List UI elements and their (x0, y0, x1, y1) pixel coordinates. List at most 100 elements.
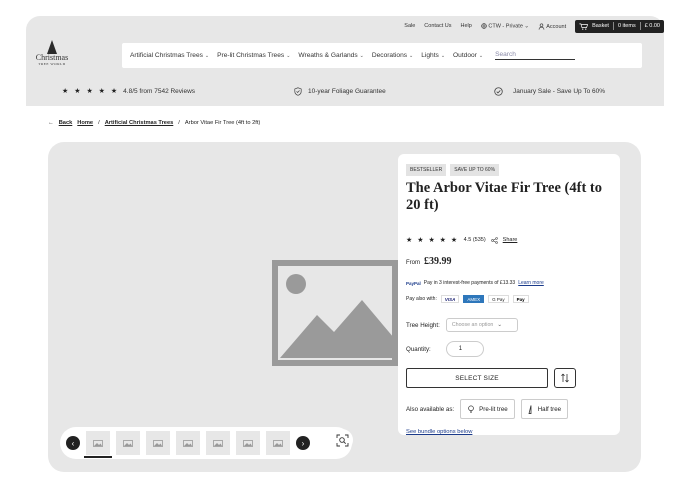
chevron-down-icon: ⌄ (359, 53, 364, 59)
quantity-input[interactable]: 1 (445, 341, 484, 357)
user-icon (538, 23, 545, 30)
apple-pay-icon: Pay (512, 295, 529, 303)
nav-label: Outdoor (453, 52, 477, 59)
back-link[interactable]: Back (59, 120, 73, 126)
account-label: Account (546, 23, 567, 30)
chevron-down-icon: ⌄ (286, 53, 291, 59)
image-icon (93, 439, 103, 447)
apple-pay-label: Pay (516, 296, 525, 302)
image-icon (123, 439, 133, 447)
prelit-tree-button[interactable]: Pre-lit tree (460, 399, 515, 419)
image-icon (243, 439, 253, 447)
breadcrumb-separator: / (178, 120, 180, 126)
image-icon (153, 439, 163, 447)
thumbnail[interactable] (206, 431, 230, 455)
star-rating-icon: ★ ★ ★ ★ ★ (406, 237, 459, 244)
star-rating-icon: ★ ★ ★ ★ ★ (62, 88, 120, 95)
image-icon (183, 439, 193, 447)
image-icon (213, 439, 223, 447)
zoom-icon (336, 434, 348, 446)
nav-label: Pre-lit Christmas Trees (217, 52, 285, 59)
contact-us-link[interactable]: Contact Us (424, 23, 451, 29)
tree-height-select[interactable]: Choose an option ⌄ (445, 318, 518, 332)
basket-divider (612, 22, 614, 30)
learn-more-link[interactable]: Learn more (518, 280, 544, 286)
paypal-logo-icon: PayPal (406, 280, 421, 286)
trust-guarantee: 10-year Foliage Guarantee (294, 87, 386, 96)
half-tree-icon (528, 404, 532, 414)
breadcrumb-category[interactable]: Artificial Christmas Trees (105, 120, 174, 126)
also-available-row: Also available as: Pre-lit tree Half tre… (406, 399, 569, 419)
bestseller-badge: BESTSELLER (406, 164, 447, 176)
nav-item-artificial-trees[interactable]: Artificial Christmas Trees ⌄ (130, 52, 209, 59)
thumbnail[interactable] (146, 431, 170, 455)
basket-label: Basket (592, 23, 609, 29)
quantity-field: Quantity: 1 (406, 341, 484, 357)
nav-label: Wreaths & Garlands (298, 52, 358, 59)
pay-also-label: Pay also with: (406, 296, 437, 302)
chevron-down-icon: ⌄ (440, 53, 446, 59)
basket-button[interactable]: Basket 0 items £ 0.00 (575, 19, 664, 33)
breadcrumb-home[interactable]: Home (77, 120, 93, 126)
share-link[interactable]: Share (503, 237, 518, 243)
thumbnail[interactable] (236, 431, 260, 455)
thumbnail-strip: ‹ › (60, 427, 352, 459)
basket-icon (579, 23, 589, 30)
shield-check-icon (294, 87, 302, 96)
breadcrumb-separator: / (98, 120, 100, 126)
reviews-text: 4.8/5 from 7542 Reviews (123, 87, 196, 95)
breadcrumb: ← Back Home / Artificial Christmas Trees… (48, 120, 260, 126)
compare-sizes-button[interactable] (554, 368, 576, 388)
thumbnail[interactable] (116, 431, 140, 455)
search-input[interactable]: Search (495, 51, 576, 60)
product-details-panel: BESTSELLER SAVE UP TO 60% The Arbor Vita… (398, 154, 620, 435)
check-circle-icon (494, 87, 503, 96)
nav-item-lights[interactable]: Lights ⌄ (421, 52, 445, 59)
share-icon (490, 236, 498, 244)
amex-icon: AMEX (463, 295, 485, 303)
nav-item-prelit-trees[interactable]: Pre-lit Christmas Trees ⌄ (217, 52, 290, 59)
rating-text[interactable]: 4.5 (535) (464, 237, 486, 243)
basket-items: 0 items (617, 23, 636, 29)
trust-reviews: ★ ★ ★ ★ ★ 4.8/5 from 7542 Reviews (62, 87, 196, 96)
badge-row: BESTSELLER SAVE UP TO 60% (406, 164, 500, 176)
swap-arrows-icon (561, 373, 569, 383)
thumbnail[interactable] (266, 431, 290, 455)
image-placeholder-icon[interactable] (272, 260, 398, 366)
prev-arrow-button[interactable]: ‹ (66, 436, 80, 450)
nav-item-decorations[interactable]: Decorations ⌄ (372, 52, 413, 59)
help-link[interactable]: Help (461, 23, 472, 29)
main-navigation: Artificial Christmas Trees ⌄ Pre-lit Chri… (122, 43, 642, 68)
image-icon (273, 439, 283, 447)
chevron-down-icon: ⌄ (478, 53, 484, 59)
logo-subtitle: TREE WORLD (38, 62, 66, 66)
zoom-button[interactable] (331, 429, 353, 451)
next-arrow-button[interactable]: › (296, 436, 310, 450)
chevron-down-icon: ⌄ (409, 53, 414, 59)
half-tree-button[interactable]: Half tree (520, 399, 569, 419)
site-logo[interactable]: Christmas TREE WORLD (32, 40, 72, 70)
site-header: Sale Contact Us Help CTW - Private ⌄ Acc… (26, 16, 664, 106)
price-value: £39.99 (424, 256, 452, 267)
region-selector[interactable]: CTW - Private ⌄ (481, 23, 529, 29)
basket-total: £ 0.00 (644, 23, 660, 29)
prelit-tree-label: Pre-lit tree (479, 405, 508, 413)
tree-height-field: Tree Height: Choose an option ⌄ (406, 318, 518, 332)
google-pay-icon: G Pay (488, 295, 509, 303)
thumbnail[interactable] (176, 431, 200, 455)
basket-divider (639, 22, 641, 30)
bundle-options-link[interactable]: See bundle options below (406, 429, 472, 435)
sale-link[interactable]: Sale (404, 23, 415, 29)
half-tree-label: Half tree (537, 405, 562, 413)
thumbnail[interactable] (84, 431, 112, 458)
paypal-text: Pay in 3 interest-free payments of £13.3… (423, 280, 516, 286)
sale-badge: SAVE UP TO 60% (450, 164, 500, 176)
nav-item-outdoor[interactable]: Outdoor ⌄ (453, 52, 483, 59)
select-size-button[interactable]: SELECT SIZE (406, 368, 548, 388)
account-link[interactable]: Account (538, 23, 566, 30)
nav-item-wreaths[interactable]: Wreaths & Garlands ⌄ (298, 52, 363, 59)
sale-text: January Sale - Save Up To 60% (513, 88, 606, 95)
nav-label: Artificial Christmas Trees (130, 52, 203, 59)
tree-height-label: Tree Height: (406, 321, 440, 329)
guarantee-text: 10-year Foliage Guarantee (308, 88, 386, 95)
